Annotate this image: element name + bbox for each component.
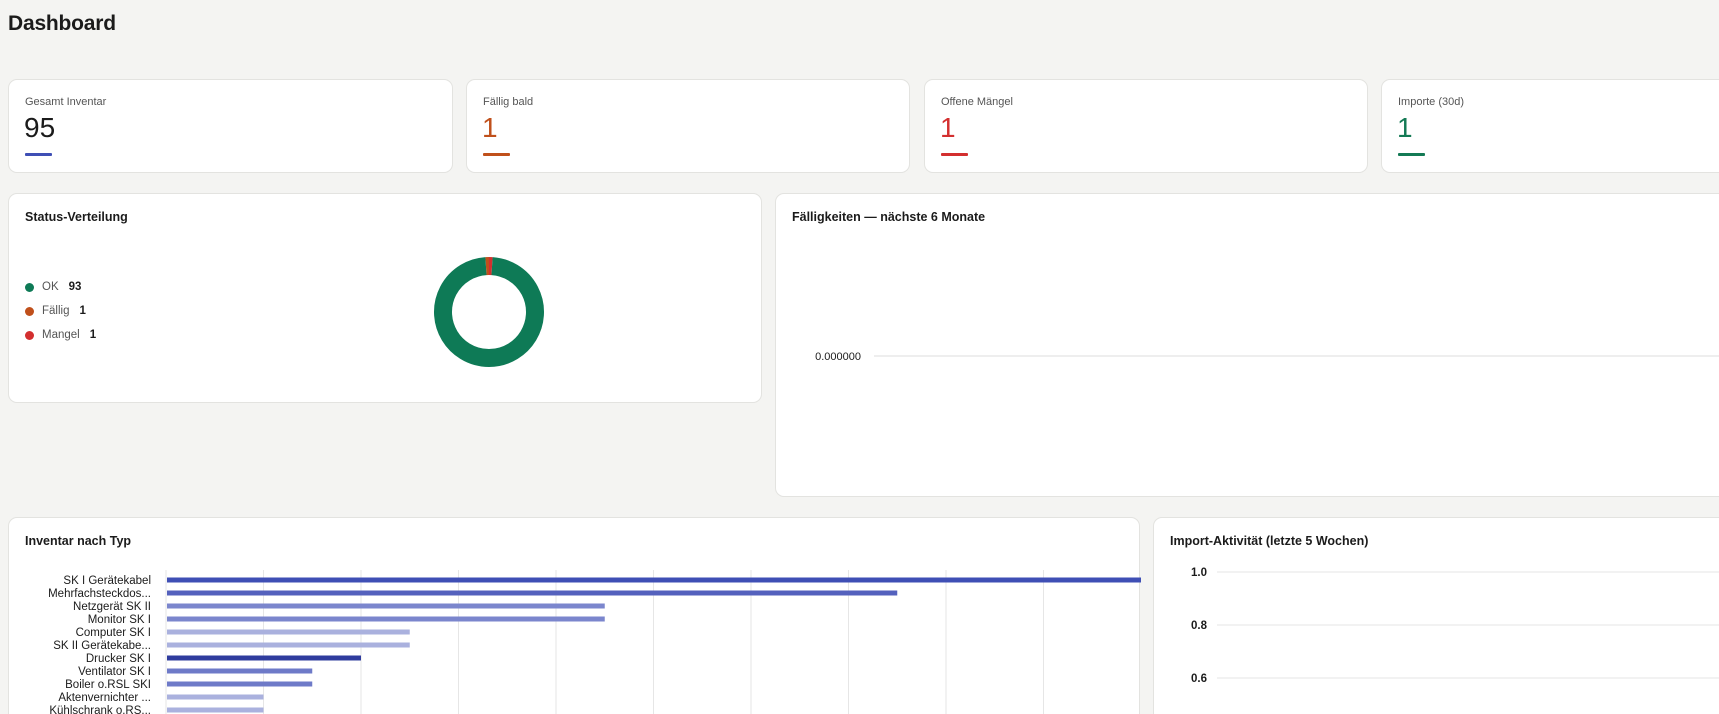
stat-value: 1	[940, 112, 956, 143]
bar[interactable]	[167, 681, 313, 687]
stat-card-due-soon[interactable]: Fällig bald 1	[466, 79, 910, 173]
y-tick-label: 0.000000	[815, 351, 861, 363]
stat-accent-line	[483, 153, 510, 156]
bar[interactable]	[167, 590, 898, 596]
stat-label: Gesamt Inventar	[25, 96, 107, 108]
bar[interactable]	[167, 694, 264, 700]
stat-value: 95	[24, 112, 56, 143]
due-dates-card: Fälligkeiten — nächste 6 Monate 0.000000	[775, 193, 1719, 497]
bar[interactable]	[167, 577, 1141, 583]
y-tick-label: 1.0	[1191, 567, 1207, 579]
bar[interactable]	[167, 603, 605, 609]
stat-card-imports-30d[interactable]: Importe (30d) 1	[1381, 79, 1719, 173]
bar[interactable]	[167, 642, 410, 648]
status-distribution-card: Status-Verteilung OK 93 Fällig 1 Mangel …	[8, 193, 762, 403]
category-label: Mehrfachsteckdos...	[48, 588, 151, 600]
stat-accent-line	[941, 153, 968, 156]
category-label: Ventilator SK I	[78, 666, 151, 678]
bar[interactable]	[167, 707, 264, 713]
category-label: SK I Gerätekabel	[63, 575, 151, 587]
import-activity-chart: 1.0 0.8 0.6	[1191, 567, 1719, 685]
stat-label: Importe (30d)	[1398, 96, 1465, 108]
inventory-by-type-card: Inventar nach Typ SK I Gerätekabel Mehrfa…	[8, 517, 1141, 714]
category-label: Aktenvernichter ...	[58, 692, 151, 704]
y-tick-label: 0.6	[1191, 673, 1207, 685]
category-label: Computer SK I	[76, 627, 151, 639]
stat-card-total-inventory[interactable]: Gesamt Inventar 95	[8, 79, 453, 173]
bar[interactable]	[167, 668, 313, 674]
bar[interactable]	[167, 616, 605, 622]
dashboard-page: Dashboard Gesamt Inventar 95 Fällig bald…	[0, 0, 1719, 714]
category-label: SK II Gerätekabe...	[53, 640, 151, 652]
category-label: Boiler o.RSL SKI	[65, 679, 151, 691]
stat-value: 1	[482, 112, 498, 143]
stat-label: Fällig bald	[483, 96, 534, 108]
y-tick-label: 0.8	[1191, 620, 1208, 632]
bar[interactable]	[167, 629, 410, 635]
donut-slice-ok[interactable]	[434, 257, 544, 367]
category-label: Drucker SK I	[86, 653, 151, 665]
stat-value: 1	[1397, 112, 1413, 143]
inventory-type-bar-chart: SK I GerätekabelMehrfachsteckdos...Netzg…	[48, 570, 1141, 714]
due-dates-chart: 0.000000	[815, 351, 1719, 363]
page-title: Dashboard	[8, 12, 116, 35]
bar[interactable]	[167, 655, 361, 661]
category-label: Kühlschrank o.RS...	[49, 705, 151, 714]
stat-card-open-defects[interactable]: Offene Mängel 1	[924, 79, 1368, 173]
import-activity-card: Import-Aktivität (letzte 5 Wochen) 1.0 0…	[1153, 517, 1719, 714]
stat-accent-line	[25, 153, 52, 156]
category-label: Netzgerät SK II	[73, 601, 151, 613]
category-label: Monitor SK I	[88, 614, 151, 626]
status-donut-chart	[434, 257, 544, 367]
stat-label: Offene Mängel	[941, 96, 1013, 108]
stat-accent-line	[1398, 153, 1425, 156]
